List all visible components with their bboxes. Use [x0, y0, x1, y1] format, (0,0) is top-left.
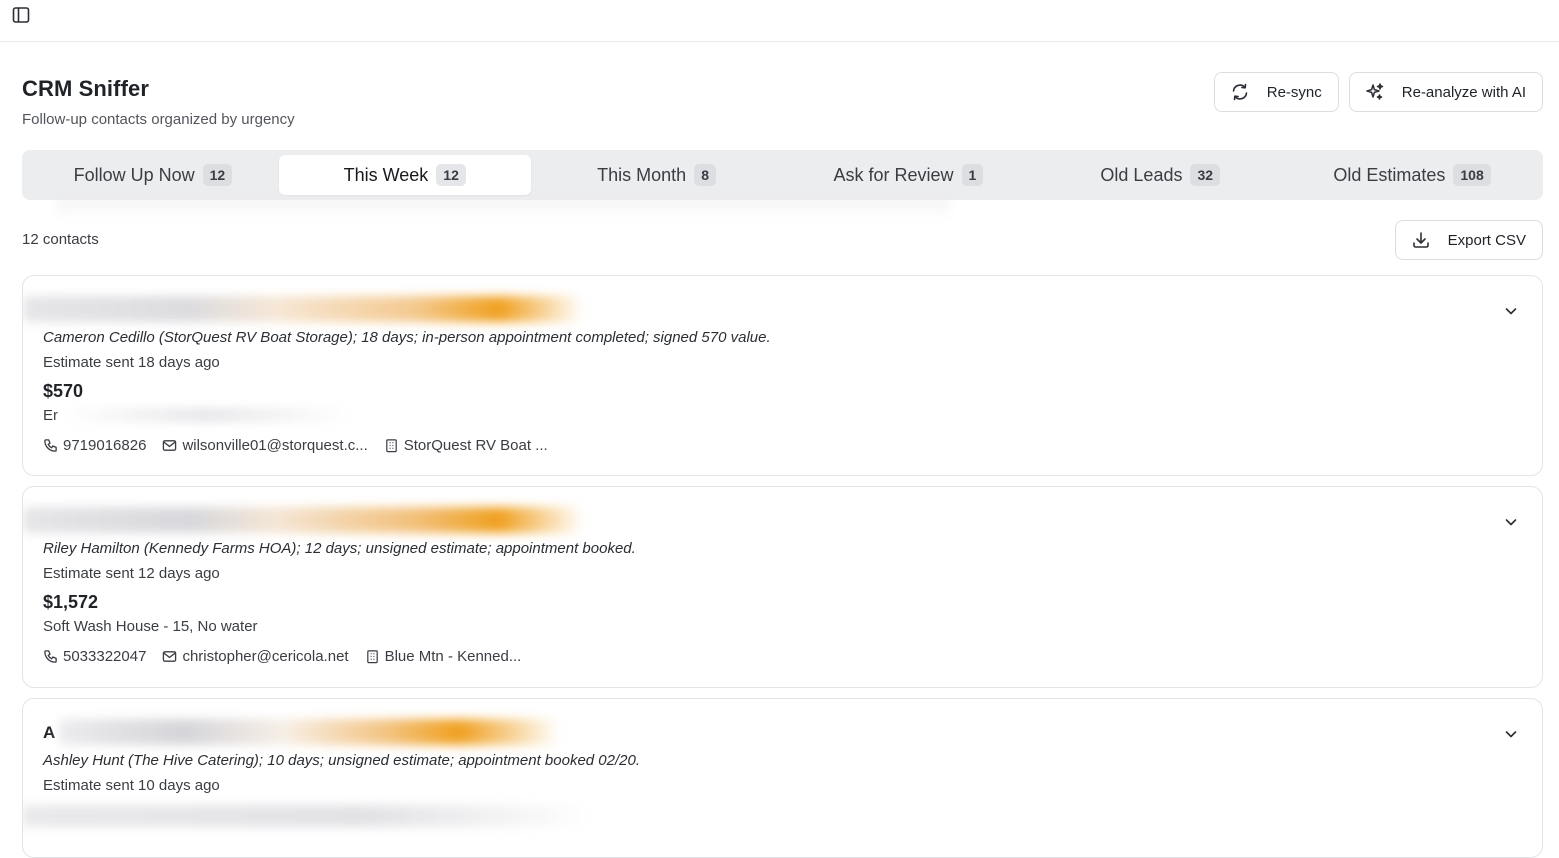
contact-name: A [43, 723, 56, 742]
redacted-region [23, 805, 593, 827]
tab-label: This Month [597, 164, 687, 185]
list-toolbar: 12 contacts Export CSV [22, 220, 1543, 260]
redacted-region [23, 507, 583, 533]
card-summary: Riley Hamilton (Kennedy Farms HOA); 12 d… [43, 540, 636, 557]
tab-label: This Week [343, 164, 429, 185]
company-link[interactable]: Blue Mtn - Kenned... [365, 648, 522, 665]
contact-card[interactable]: A Ashley Hunt (The Hive Catering); 10 da… [22, 698, 1543, 858]
tab-label: Follow Up Now [73, 164, 195, 185]
building-icon [384, 438, 399, 453]
estimate-sent: Estimate sent 10 days ago [43, 777, 220, 794]
card-summary: Ashley Hunt (The Hive Catering); 10 days… [43, 752, 641, 769]
phone-link[interactable]: 5033322047 [43, 648, 146, 665]
tab-count-badge: 108 [1453, 164, 1491, 186]
refresh-icon [1229, 81, 1251, 103]
urgency-tabs: Follow Up Now 12 This Week 12 This Month… [22, 150, 1543, 200]
tab-old-leads[interactable]: Old Leads 32 [1034, 155, 1286, 195]
service-description: Er [43, 407, 58, 424]
phone-icon [43, 438, 58, 453]
estimate-sent: Estimate sent 18 days ago [43, 354, 220, 371]
estimate-amount: $1,572 [43, 592, 99, 612]
estimate-sent: Estimate sent 12 days ago [43, 565, 220, 582]
redacted-region [56, 198, 950, 220]
contact-card[interactable]: Riley Hamilton (Kennedy Farms HOA); 12 d… [22, 486, 1543, 688]
phone-link[interactable]: 9719016826 [43, 437, 146, 454]
tab-label: Old Leads [1100, 164, 1183, 185]
tab-label: Ask for Review [833, 164, 954, 185]
service-description: Soft Wash House - 15, No water [43, 618, 258, 635]
tab-count-badge: 1 [961, 164, 984, 186]
top-bar [0, 0, 1559, 42]
contact-details: 9719016826 wilsonville01@storquest.c... … [43, 437, 548, 454]
email-address: wilsonville01@storquest.c... [182, 437, 368, 454]
tab-label: Old Estimates [1333, 164, 1446, 185]
tab-count-badge: 12 [202, 164, 233, 186]
tab-follow-up-now[interactable]: Follow Up Now 12 [27, 155, 279, 195]
page-subtitle: Follow-up contacts organized by urgency [22, 111, 295, 128]
tab-count-badge: 12 [436, 164, 466, 186]
email-address: christopher@cericola.net [182, 648, 349, 665]
page-header: CRM Sniffer Follow-up contacts organized… [22, 72, 1543, 132]
chevron-down-icon[interactable] [1502, 302, 1520, 320]
export-button-label: Export CSV [1447, 231, 1526, 249]
phone-number: 9719016826 [63, 437, 147, 454]
tab-count-badge: 32 [1190, 164, 1221, 186]
redacted-region [59, 719, 559, 745]
email-link[interactable]: wilsonville01@storquest.c... [162, 437, 368, 454]
mail-icon [162, 649, 177, 664]
company-link[interactable]: StorQuest RV Boat ... [384, 437, 548, 454]
resync-button-label: Re-sync [1266, 83, 1322, 101]
contact-details: 5033322047 christopher@cericola.net Blue… [43, 648, 521, 665]
card-summary: Cameron Cedillo (StorQuest RV Boat Stora… [43, 329, 771, 346]
redacted-region [61, 407, 351, 423]
building-icon [365, 649, 380, 664]
chevron-down-icon[interactable] [1502, 725, 1520, 743]
export-csv-button[interactable]: Export CSV [1394, 220, 1543, 260]
redacted-region [23, 296, 583, 322]
chevron-down-icon[interactable] [1502, 513, 1520, 531]
sparkles-icon [1364, 81, 1386, 103]
reanalyze-button[interactable]: Re-analyze with AI [1348, 72, 1543, 112]
contact-card[interactable]: Cameron Cedillo (StorQuest RV Boat Stora… [22, 275, 1543, 476]
company-name: StorQuest RV Boat ... [403, 437, 548, 454]
header-actions: Re-sync Re-analyze with AI [1213, 72, 1543, 112]
page-title: CRM Sniffer [22, 76, 149, 101]
resync-button[interactable]: Re-sync [1213, 72, 1339, 112]
company-name: Blue Mtn - Kenned... [384, 648, 522, 665]
mail-icon [162, 438, 177, 453]
tab-this-week[interactable]: This Week 12 [278, 155, 531, 195]
tab-ask-for-review[interactable]: Ask for Review 1 [782, 155, 1034, 195]
phone-number: 5033322047 [63, 648, 147, 665]
email-link[interactable]: christopher@cericola.net [162, 648, 349, 665]
reanalyze-button-label: Re-analyze with AI [1401, 83, 1526, 101]
tab-count-badge: 8 [694, 164, 716, 186]
sidebar-toggle-icon[interactable] [11, 5, 31, 25]
download-icon [1410, 229, 1432, 251]
tab-this-month[interactable]: This Month 8 [531, 155, 783, 195]
tab-old-estimates[interactable]: Old Estimates 108 [1286, 155, 1538, 195]
phone-icon [43, 649, 58, 664]
contact-count: 12 contacts [22, 231, 99, 248]
estimate-amount: $570 [43, 381, 84, 401]
